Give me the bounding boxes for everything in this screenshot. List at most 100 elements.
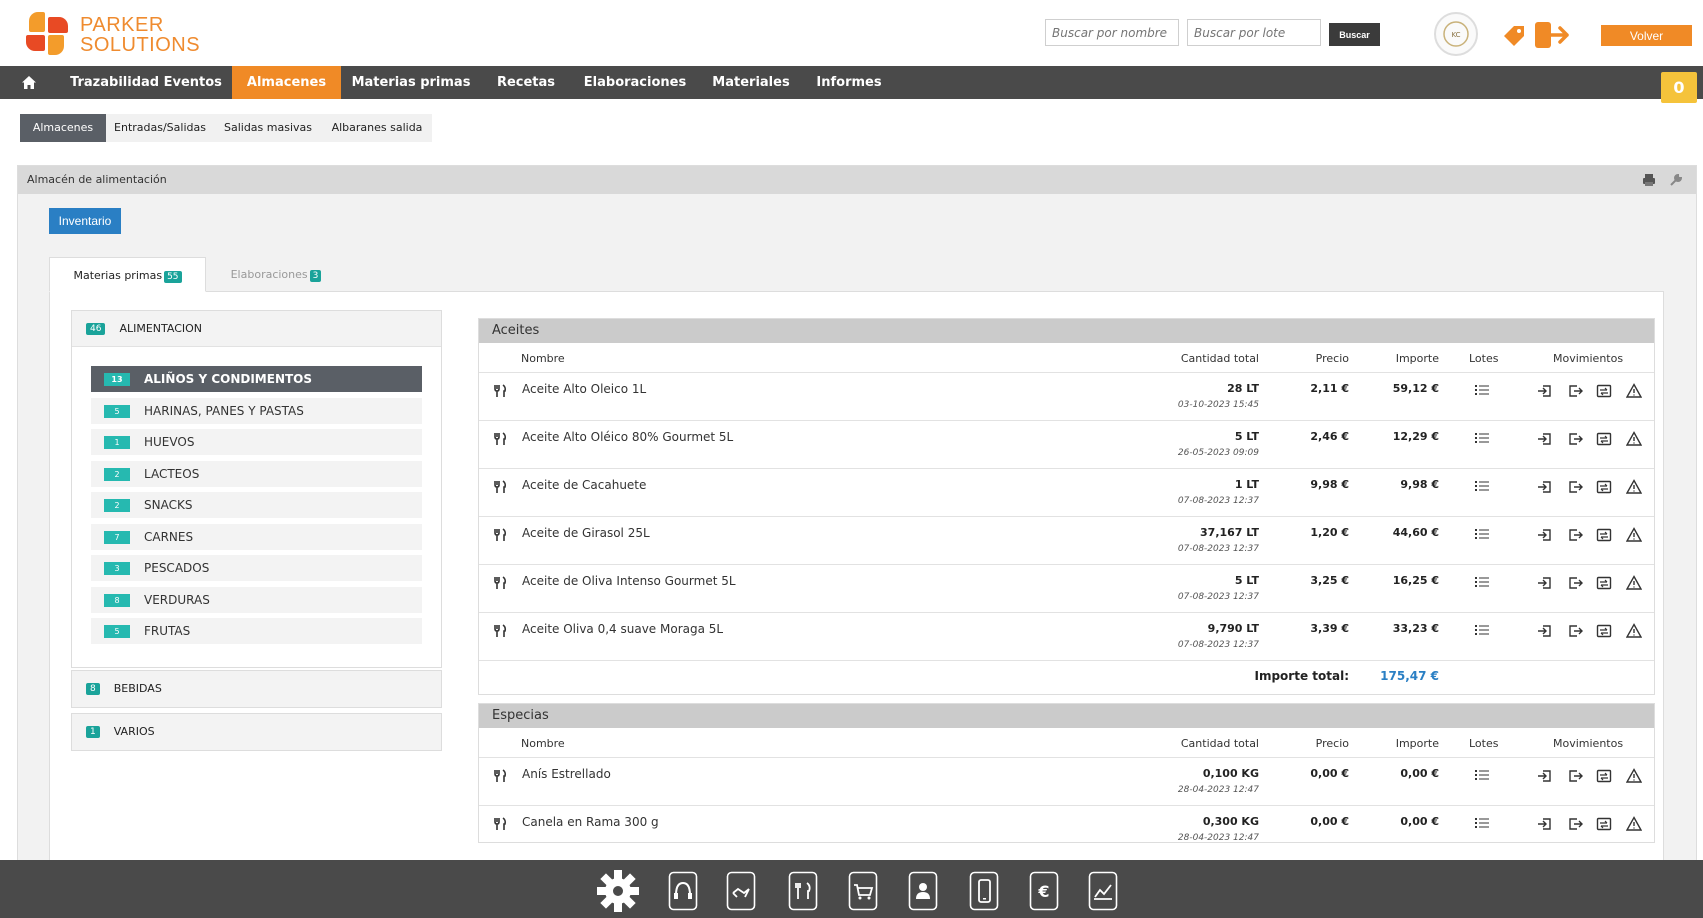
entry-icon[interactable]	[1537, 768, 1553, 784]
tree-category[interactable]: 2 SNACKS	[91, 492, 422, 518]
tag-icon[interactable]	[1501, 23, 1527, 49]
transfer-icon[interactable]	[1596, 768, 1612, 784]
tree-root-alimentacion[interactable]: 46 ALIMENTACION	[72, 311, 441, 347]
transfer-icon[interactable]	[1596, 575, 1612, 591]
nav-materias-primas[interactable]: Materias primas	[345, 66, 477, 99]
item-name[interactable]: Aceite Alto Oleico 1L	[522, 382, 646, 396]
tree-category[interactable]: 3 PESCADOS	[91, 555, 422, 581]
entry-icon[interactable]	[1537, 623, 1553, 639]
table-row[interactable]: Anís Estrellado 0,100 KG 28-04-2023 12:47 0…	[479, 758, 1654, 806]
tree-group-bebidas[interactable]: 8 BEBIDAS	[71, 670, 442, 708]
warning-icon[interactable]	[1626, 575, 1642, 591]
billing-icon[interactable]: €	[1029, 871, 1059, 911]
tab-materias-primas[interactable]: Materias primas 55	[49, 257, 206, 292]
exit-icon[interactable]	[1567, 527, 1583, 543]
tree-category[interactable]: 1 HUEVOS	[91, 429, 422, 455]
back-button[interactable]: Volver	[1601, 25, 1692, 46]
table-row[interactable]: Aceite Alto Oléico 80% Gourmet 5L 5 LT 26-…	[479, 421, 1654, 469]
warning-icon[interactable]	[1626, 479, 1642, 495]
contacts-icon[interactable]	[908, 871, 938, 911]
transfer-icon[interactable]	[1596, 816, 1612, 832]
search-by-lot-input[interactable]	[1187, 19, 1321, 46]
home-button[interactable]	[14, 66, 44, 99]
transfer-icon[interactable]	[1596, 527, 1612, 543]
item-name[interactable]: Aceite de Girasol 25L	[522, 526, 650, 540]
support-icon[interactable]	[668, 871, 698, 911]
print-icon[interactable]	[1642, 173, 1656, 187]
transfer-icon[interactable]	[1596, 383, 1612, 399]
transfer-icon[interactable]	[1596, 431, 1612, 447]
table-row[interactable]: Aceite de Girasol 25L 37,167 LT 07-08-2023…	[479, 517, 1654, 565]
warning-icon[interactable]	[1626, 623, 1642, 639]
recipes-icon[interactable]	[788, 871, 818, 911]
warning-icon[interactable]	[1626, 816, 1642, 832]
transfer-icon[interactable]	[1596, 479, 1612, 495]
subnav-almacenes[interactable]: Almacenes	[20, 114, 106, 142]
exit-icon[interactable]	[1567, 768, 1583, 784]
logout-icon[interactable]	[1533, 19, 1573, 51]
entry-icon[interactable]	[1537, 383, 1553, 399]
suppliers-icon[interactable]	[726, 871, 756, 911]
tree-category[interactable]: 8 VERDURAS	[91, 586, 422, 613]
brand-logo[interactable]: PARKER SOLUTIONS	[26, 12, 216, 56]
tab-elaboraciones[interactable]: Elaboraciones 3	[206, 257, 346, 292]
table-row[interactable]: Aceite Alto Oleico 1L 28 LT 03-10-2023 15:…	[479, 373, 1654, 421]
warning-icon[interactable]	[1626, 383, 1642, 399]
exit-icon[interactable]	[1567, 816, 1583, 832]
inventory-button[interactable]: Inventario	[49, 208, 121, 234]
subnav-entradas-salidas[interactable]: Entradas/Salidas	[106, 114, 214, 142]
exit-icon[interactable]	[1567, 431, 1583, 447]
lots-list-icon[interactable]	[1474, 768, 1490, 782]
table-row[interactable]: Aceite de Cacahuete 1 LT 07-08-2023 12:37 9…	[479, 469, 1654, 517]
lots-list-icon[interactable]	[1474, 816, 1490, 830]
tree-category[interactable]: 7 CARNES	[91, 523, 422, 550]
entry-icon[interactable]	[1537, 479, 1553, 495]
mobile-icon[interactable]	[969, 871, 999, 911]
nav-informes[interactable]: Informes	[809, 66, 889, 99]
entry-icon[interactable]	[1537, 527, 1553, 543]
warning-icon[interactable]	[1626, 431, 1642, 447]
subnav-albaranes-salida[interactable]: Albaranes salida	[322, 114, 432, 142]
nav-trazabilidad[interactable]: Trazabilidad Eventos	[62, 66, 230, 99]
shopping-icon[interactable]	[848, 871, 878, 911]
item-name[interactable]: Aceite Alto Oléico 80% Gourmet 5L	[522, 430, 733, 444]
table-row[interactable]: Canela en Rama 300 g 0,300 KG 28-04-2023 1…	[479, 806, 1654, 842]
lots-list-icon[interactable]	[1474, 479, 1490, 493]
nav-elaboraciones[interactable]: Elaboraciones	[576, 66, 694, 99]
tree-group-varios[interactable]: 1 VARIOS	[71, 713, 442, 751]
tree-category[interactable]: 13 ALIÑOS Y CONDIMENTOS	[91, 366, 422, 392]
item-name[interactable]: Aceite de Cacahuete	[522, 478, 646, 492]
entry-icon[interactable]	[1537, 575, 1553, 591]
lots-list-icon[interactable]	[1474, 575, 1490, 589]
transfer-icon[interactable]	[1596, 623, 1612, 639]
cart-badge[interactable]: 0	[1661, 72, 1697, 103]
lots-list-icon[interactable]	[1474, 431, 1490, 445]
tree-category[interactable]: 2 LACTEOS	[91, 460, 422, 487]
nav-recetas[interactable]: Recetas	[485, 66, 567, 99]
item-name[interactable]: Anís Estrellado	[522, 767, 611, 781]
entry-icon[interactable]	[1537, 816, 1553, 832]
stats-icon[interactable]	[1088, 871, 1118, 911]
exit-icon[interactable]	[1567, 623, 1583, 639]
lots-list-icon[interactable]	[1474, 527, 1490, 541]
nav-almacenes[interactable]: Almacenes	[232, 66, 341, 99]
exit-icon[interactable]	[1567, 479, 1583, 495]
lots-list-icon[interactable]	[1474, 383, 1490, 397]
avatar[interactable]: KC	[1434, 12, 1478, 56]
warning-icon[interactable]	[1626, 527, 1642, 543]
lots-list-icon[interactable]	[1474, 623, 1490, 637]
nav-materiales[interactable]: Materiales	[703, 66, 799, 99]
exit-icon[interactable]	[1567, 575, 1583, 591]
tree-category[interactable]: 5 HARINAS, PANES Y PASTAS	[91, 397, 422, 424]
tree-category[interactable]: 5 FRUTAS	[91, 618, 422, 644]
table-row[interactable]: Aceite de Oliva Intenso Gourmet 5L 5 LT 07…	[479, 565, 1654, 613]
wrench-icon[interactable]	[1669, 173, 1683, 187]
search-by-name-input[interactable]	[1045, 19, 1179, 46]
item-name[interactable]: Canela en Rama 300 g	[522, 815, 659, 829]
item-name[interactable]: Aceite de Oliva Intenso Gourmet 5L	[522, 574, 736, 588]
item-name[interactable]: Aceite Oliva 0,4 suave Moraga 5L	[522, 622, 723, 636]
search-button[interactable]: Buscar	[1329, 23, 1380, 46]
subnav-salidas-masivas[interactable]: Salidas masivas	[214, 114, 322, 142]
warning-icon[interactable]	[1626, 768, 1642, 784]
exit-icon[interactable]	[1567, 383, 1583, 399]
